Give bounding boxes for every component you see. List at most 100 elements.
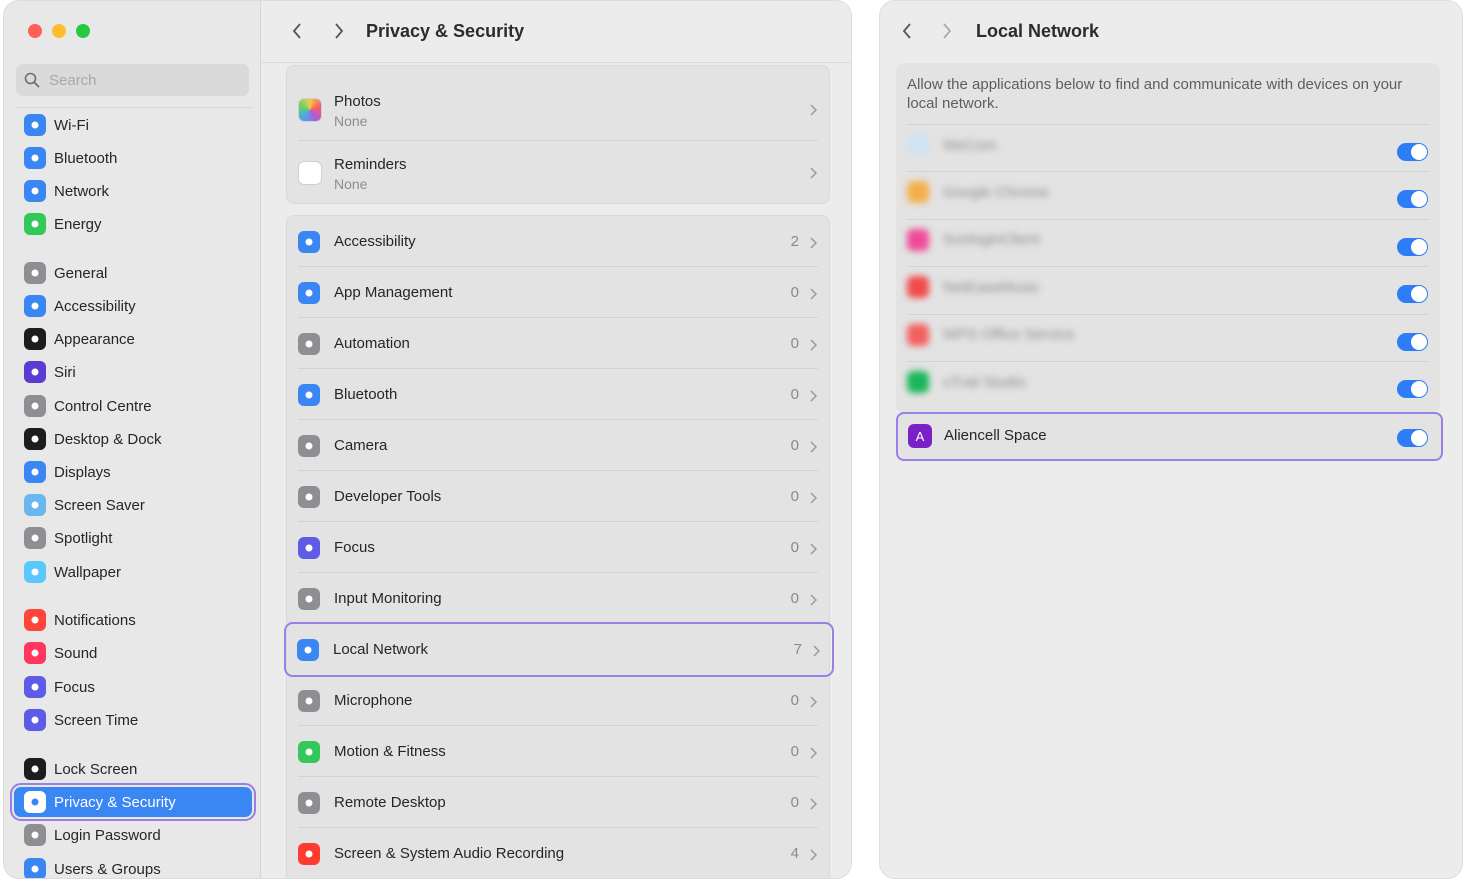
sidebar-divider (16, 107, 252, 108)
sidebar-item-login-password[interactable]: Login Password (14, 820, 252, 850)
sidebar-item-screen-time[interactable]: Screen Time (14, 705, 252, 735)
search-placeholder: Search (49, 71, 97, 89)
row-remote-desktop[interactable]: Remote Desktop 0 (287, 777, 829, 828)
speaker-icon (24, 642, 46, 664)
row-input-monitoring[interactable]: Input Monitoring 0 (287, 573, 829, 624)
app-name: NetEaseMusic (943, 278, 1040, 296)
sidebar-item-focus[interactable]: Focus (14, 672, 252, 702)
blurred-app: vTrail Studio (907, 371, 1026, 393)
back-button[interactable] (286, 20, 308, 42)
row-separator (907, 361, 1429, 362)
row-screen-and-system-audio-recording[interactable]: Screen & System Audio Recording 4 (287, 828, 829, 879)
minimize-button[interactable] (52, 24, 66, 38)
back-button[interactable] (896, 20, 918, 42)
row-developer-tools[interactable]: Developer Tools 0 (287, 471, 829, 522)
app-row-neteasemusic: NetEaseMusic (896, 266, 1440, 313)
local-network-toggle[interactable] (1397, 332, 1428, 351)
local-network-toggle[interactable] (1397, 143, 1428, 161)
chevron-right-icon (809, 287, 818, 300)
sidebar-item-label: Focus (54, 678, 95, 696)
row-label: Bluetooth (334, 386, 398, 403)
row-local-network[interactable]: Local Network 7 (284, 622, 834, 677)
row-separator (907, 218, 1429, 220)
row-automation[interactable]: Automation 0 (287, 318, 829, 369)
sidebar-item-energy[interactable]: Energy (14, 209, 252, 239)
permissions-group: Accessibility 2 App Management 0 Automation 0… (284, 215, 834, 879)
bell-icon (24, 609, 46, 631)
chevron-right-icon (809, 797, 818, 810)
users-icon (24, 858, 46, 878)
app-store-icon (298, 281, 320, 304)
hammer-icon (298, 485, 320, 508)
apps-data-group: Photos None Reminders None (286, 65, 830, 204)
forward-button[interactable] (328, 20, 350, 42)
sidebar-item-control-centre[interactable]: Control Centre (14, 391, 252, 421)
sidebar-item-network[interactable]: Network (14, 176, 252, 206)
sidebar-item-label: Sound (54, 644, 98, 662)
blurred-app: WPS Office Service (907, 323, 1074, 346)
sidebar-item-displays[interactable]: Displays (14, 457, 252, 487)
runner-icon (298, 740, 320, 763)
sidebar-item-spotlight[interactable]: Spotlight (14, 523, 252, 553)
zoom-button[interactable] (76, 24, 90, 38)
forward-button[interactable] (936, 20, 958, 42)
row-bluetooth[interactable]: Bluetooth 0 (287, 369, 829, 420)
app-icon (907, 134, 929, 156)
sidebar-item-screen-saver[interactable]: Screen Saver (14, 490, 252, 520)
sidebar-item-bluetooth[interactable]: Bluetooth (14, 143, 252, 173)
page-title: Local Network (976, 21, 1100, 41)
lock-icon (24, 758, 46, 780)
sidebar-item-wi-fi[interactable]: Wi-Fi (14, 110, 252, 140)
app-icon (907, 371, 929, 393)
chevron-right-icon (809, 389, 818, 402)
record-icon (298, 842, 320, 865)
close-button[interactable] (28, 24, 42, 38)
screen-saver-icon (24, 494, 46, 516)
sidebar-item-accessibility[interactable]: Accessibility (14, 291, 252, 321)
sidebar-item-wallpaper[interactable]: Wallpaper (14, 557, 252, 587)
sidebar-item-siri[interactable]: Siri (14, 357, 252, 387)
local-network-toggle[interactable] (1397, 285, 1428, 304)
row-photos[interactable]: Photos None (287, 78, 829, 141)
row-focus[interactable]: Focus 0 (287, 522, 829, 573)
search-field[interactable]: Search (16, 64, 249, 96)
row-microphone[interactable]: Microphone 0 (287, 675, 829, 726)
sidebar-item-lock-screen[interactable]: Lock Screen (14, 754, 252, 784)
sidebar-item-users-and-groups[interactable]: Users & Groups (14, 854, 252, 878)
app-name: vTrail Studio (943, 373, 1026, 391)
sidebar-item-appearance[interactable]: Appearance (14, 324, 252, 354)
row-subtitle: None (334, 113, 368, 129)
sidebar-item-privacy-and-security[interactable]: Privacy & Security (10, 783, 256, 821)
local-network-toggle[interactable] (1397, 237, 1428, 256)
sidebar-item-label: Privacy & Security (54, 793, 176, 811)
sidebar-item-sound[interactable]: Sound (14, 638, 252, 668)
globe-icon (24, 180, 46, 202)
sidebar-item-notifications[interactable]: Notifications (14, 605, 252, 635)
local-network-toggle[interactable] (1397, 190, 1428, 209)
sidebar-item-label: General (54, 264, 108, 282)
sidebar-item-label: Users & Groups (54, 860, 161, 878)
row-app-management[interactable]: App Management 0 (287, 267, 829, 318)
chevron-right-icon (809, 746, 818, 759)
row-count: 0 (790, 794, 799, 811)
row-camera[interactable]: Camera 0 (287, 420, 829, 471)
sidebar-item-desktop-and-dock[interactable]: Desktop & Dock (14, 424, 252, 454)
row-separator (298, 878, 818, 879)
app-row-sunloginclient: SunloginClient (896, 218, 1440, 266)
app-icon (907, 323, 929, 346)
row-label: Screen & System Audio Recording (334, 845, 565, 862)
app-row-vtrail-studio: vTrail Studio (896, 361, 1440, 408)
sidebar-item-general[interactable]: General (14, 258, 252, 288)
settings-window: Search Wi-Fi Bluetooth Network Energy Genera… (3, 0, 852, 879)
row-reminders[interactable]: Reminders None (287, 141, 829, 204)
control-centre-icon (24, 395, 46, 417)
blurred-app: NetEaseMusic (907, 276, 1040, 299)
wifi-icon (24, 114, 46, 136)
app-name: WeCom (943, 136, 997, 154)
bluetooth-icon (24, 147, 46, 169)
row-accessibility[interactable]: Accessibility 2 (287, 216, 829, 267)
local-network-toggle[interactable] (1397, 380, 1428, 398)
local-network-toggle[interactable] (1397, 429, 1428, 447)
row-count: 0 (790, 284, 799, 301)
row-motion-and-fitness[interactable]: Motion & Fitness 0 (287, 726, 829, 777)
